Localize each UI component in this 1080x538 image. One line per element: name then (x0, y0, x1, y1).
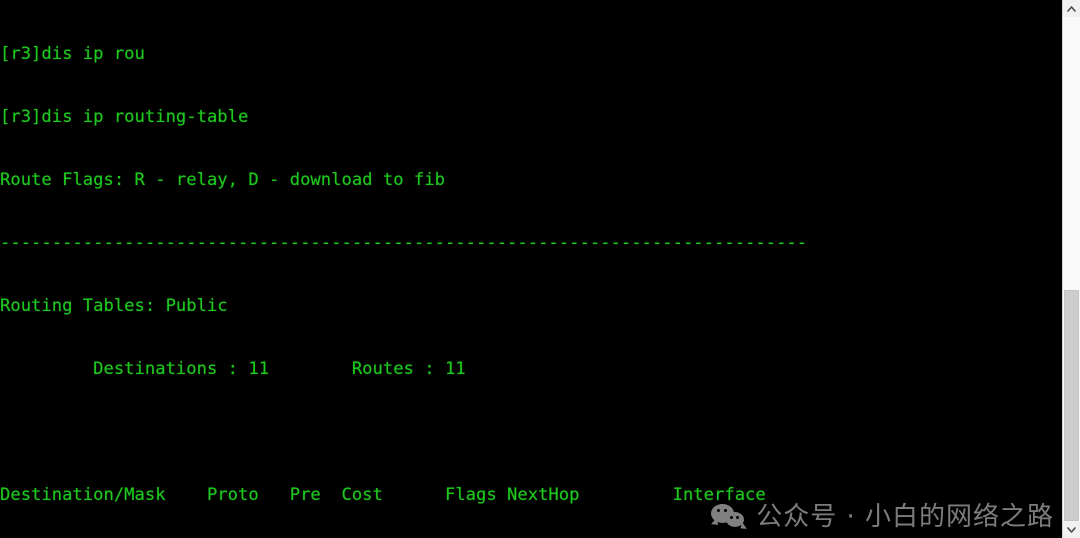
chevron-down-icon (1067, 526, 1076, 533)
route-flags-legend: Route Flags: R - relay, D - download to … (0, 170, 445, 190)
scrollbar-thumb[interactable] (1064, 290, 1079, 521)
terminal-output[interactable]: [r3]dis ip rou [r3]dis ip routing-table … (0, 0, 1062, 538)
separator-rule: ----------------------------------------… (0, 233, 808, 253)
routing-table-name: Routing Tables: Public (0, 296, 228, 316)
terminal-line: [r3]dis ip rou (0, 44, 145, 64)
scrollbar-track[interactable] (1063, 17, 1080, 521)
terminal-line: [r3]dis ip routing-table (0, 107, 249, 127)
vertical-scrollbar[interactable] (1062, 0, 1080, 538)
scroll-up-button[interactable] (1063, 0, 1080, 17)
chevron-up-icon (1067, 5, 1076, 12)
routing-table-header: Destination/Mask Proto Pre Cost Flags Ne… (0, 485, 766, 505)
scroll-down-button[interactable] (1063, 521, 1080, 538)
destinations-routes-summary: Destinations : 11 Routes : 11 (0, 359, 466, 379)
terminal-window[interactable]: [r3]dis ip rou [r3]dis ip routing-table … (0, 0, 1080, 538)
